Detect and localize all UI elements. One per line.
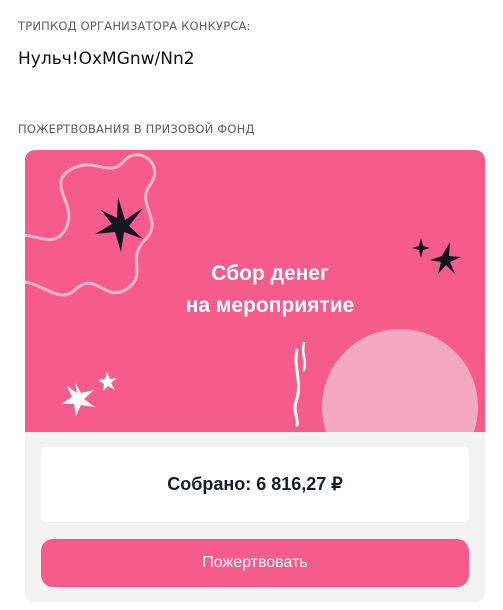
sparkle-icon (61, 382, 95, 416)
squiggle-decoration (293, 348, 301, 427)
collected-amount: 6 816,27 ₽ (256, 474, 343, 494)
collected-label: Собрано: (167, 474, 252, 494)
circle-decoration (322, 329, 478, 432)
fundraiser-banner: Сбор денег на мероприятие (25, 150, 485, 432)
squiggle-decoration (301, 341, 307, 372)
banner-title-line-1: Сбор денег (211, 262, 329, 285)
sparkle-icon (412, 238, 430, 258)
donate-button[interactable]: Пожертвовать (41, 539, 469, 587)
collected-amount-box: Собрано: 6 816,27 ₽ (41, 447, 469, 522)
banner-title-line-2: на мероприятие (185, 294, 355, 317)
donations-label: ПОЖЕРТВОВАНИЯ В ПРИЗОВОЙ ФОНД (18, 122, 255, 136)
sparkle-icon (98, 372, 117, 391)
tripcode-label: ТРИПКОД ОРГАНИЗАТОРА КОНКУРСА: (18, 19, 251, 33)
prize-fund-card: Сбор денег на мероприятие Собрано: 6 816… (25, 150, 485, 602)
banner-title: Сбор денег на мероприятие (25, 258, 485, 322)
tripcode-value: Нульч!OxMGnw/Nn2 (18, 49, 195, 69)
star-burst-icon (95, 197, 143, 252)
